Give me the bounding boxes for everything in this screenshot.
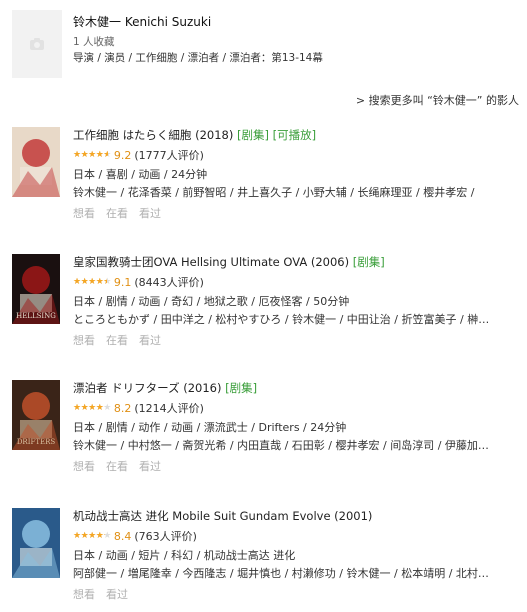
item-title-link[interactable]: 漂泊者 ドリフターズ (2016)	[73, 381, 221, 395]
item-cast: ところともかず / 田中洋之 / 松村やすひろ / 铃木健一 / 中田让治 / …	[73, 313, 490, 326]
search-more-link[interactable]: > 搜索更多叫 “铃木健一” 的影人	[356, 92, 519, 108]
action-row: 想看 在看 看过	[73, 458, 520, 474]
item-meta: 日本 / 剧情 / 动画 / 奇幻 / 地狱之歌 / 厄夜怪客 / 50分钟	[73, 295, 350, 308]
item-tag[interactable]: [剧集]	[353, 255, 385, 269]
action-button[interactable]: 想看	[73, 460, 95, 473]
action-button[interactable]: 在看	[106, 334, 128, 347]
person-roles: 导演 / 演员 / 工作细胞 / 漂泊者 / 漂泊者：第13-14幕	[73, 52, 323, 64]
svg-text:DRIFTERS: DRIFTERS	[17, 438, 56, 446]
result-item: 工作细胞 はたらく細胞 (2018) [剧集] [可播放] ★★★★★ ★★★★★ 9…	[12, 127, 520, 231]
rating-stars-icon: ★★★★★★★★★★	[73, 530, 111, 541]
action-button[interactable]: 在看	[106, 207, 128, 220]
rating-count: (763人评价)	[134, 530, 197, 543]
action-button[interactable]: 看过	[139, 207, 161, 220]
item-meta: 日本 / 剧情 / 动作 / 动画 / 漂流武士 / Drifters / 24…	[73, 421, 347, 434]
item-cast: 阿部健一 / 増尾隆幸 / 今西隆志 / 堀井慎也 / 村濑修功 / 铃木健一 …	[73, 567, 489, 580]
rating-score: 9.1	[113, 275, 132, 289]
item-info: 漂泊者 ドリフターズ (2016) [剧集] ★★★★★★★★★★8.2(1214…	[73, 380, 520, 474]
title-row: 机动战士高达 进化 Mobile Suit Gundam Evolve (200…	[73, 508, 520, 525]
poster-image[interactable]: HELLSING	[12, 254, 60, 324]
poster-image[interactable]	[12, 508, 60, 578]
item-info: 工作细胞 はたらく細胞 (2018) [剧集] [可播放] ★★★★★ ★★★★★ 9…	[73, 127, 520, 221]
poster-image[interactable]	[12, 127, 60, 197]
item-title-link[interactable]: 皇家国教骑士团OVA Hellsing Ultimate OVA (2006)	[73, 255, 349, 269]
item-meta: 日本 / 动画 / 短片 / 科幻 / 机动战士高达 进化	[73, 549, 296, 562]
person-photo-placeholder[interactable]	[12, 10, 62, 78]
poster-image[interactable]: DRIFTERS	[12, 380, 60, 450]
item-info: 皇家国教骑士团OVA Hellsing Ultimate OVA (2006) …	[73, 254, 520, 348]
rating-score: 8.2	[113, 401, 132, 415]
result-item: HELLSING 皇家国教骑士团OVA Hellsing Ultimate OVA…	[12, 254, 520, 358]
action-button[interactable]: 看过	[139, 334, 161, 347]
item-cast: 铃木健一 / 中村悠一 / 斋贺光希 / 内田直哉 / 石田彰 / 樱井孝宏 /…	[73, 439, 489, 452]
action-row: 想看 在看 看过	[73, 332, 520, 348]
action-button[interactable]: 想看	[73, 334, 95, 347]
item-info: 机动战士高达 进化 Mobile Suit Gundam Evolve (200…	[73, 508, 520, 602]
item-cast: 铃木健一 / 花泽香菜 / 前野智昭 / 井上喜久子 / 小野大辅 / 长绳麻理…	[73, 186, 475, 199]
action-button[interactable]: 看过	[139, 460, 161, 473]
rating-score: 9.2	[113, 148, 132, 162]
rating-row: ★★★★★★★★★★8.2(1214人评价)	[73, 400, 520, 416]
item-meta: 日本 / 喜剧 / 动画 / 24分钟	[73, 168, 208, 181]
item-tag[interactable]: [剧集]	[237, 128, 269, 142]
rating-stars-icon: ★★★★★★★★★★	[73, 149, 111, 160]
rating-row: ★★★★★ ★★★★★ 9.1 (8443人评价)	[73, 274, 520, 290]
person-favorites-count: 1 人收藏	[73, 36, 115, 48]
action-button[interactable]: 在看	[106, 460, 128, 473]
rating-count: (1777人评价)	[134, 149, 204, 162]
svg-text:HELLSING: HELLSING	[16, 312, 56, 320]
person-card: 铃木健一 Kenichi Suzuki 1 人收藏 导演 / 演员 / 工作细胞…	[12, 10, 517, 82]
action-row: 想看 在看 看过	[73, 205, 520, 221]
rating-stars-icon: ★★★★★★★★★★	[73, 402, 111, 413]
title-row: 皇家国教骑士团OVA Hellsing Ultimate OVA (2006) …	[73, 254, 520, 271]
rating-count: (8443人评价)	[134, 276, 204, 289]
action-button[interactable]: 看过	[106, 588, 128, 601]
rating-count: (1214人评价)	[134, 402, 204, 415]
result-item: DRIFTERS 漂泊者 ドリフターズ (2016) [剧集] ★★★★★★★★★★…	[12, 380, 520, 484]
rating-row: ★★★★★★★★★★8.4(763人评价)	[73, 528, 520, 544]
person-placeholder-icon	[30, 38, 44, 50]
title-row: 漂泊者 ドリフターズ (2016) [剧集]	[73, 380, 520, 397]
person-name-link[interactable]: 铃木健一 Kenichi Suzuki	[73, 13, 211, 30]
item-title-link[interactable]: 机动战士高达 进化 Mobile Suit Gundam Evolve (200…	[73, 509, 372, 523]
item-title-link[interactable]: 工作细胞 はたらく細胞 (2018)	[73, 128, 233, 142]
result-item: 机动战士高达 进化 Mobile Suit Gundam Evolve (200…	[12, 508, 520, 612]
item-tag[interactable]: [可播放]	[273, 128, 316, 142]
item-tag[interactable]: [剧集]	[225, 381, 257, 395]
action-button[interactable]: 想看	[73, 207, 95, 220]
rating-stars-icon: ★★★★★★★★★★	[73, 276, 111, 287]
action-button[interactable]: 想看	[73, 588, 95, 601]
rating-score: 8.4	[113, 529, 132, 543]
rating-row: ★★★★★ ★★★★★ 9.2 (1777人评价)	[73, 147, 520, 163]
title-row: 工作细胞 はたらく細胞 (2018) [剧集] [可播放]	[73, 127, 520, 144]
